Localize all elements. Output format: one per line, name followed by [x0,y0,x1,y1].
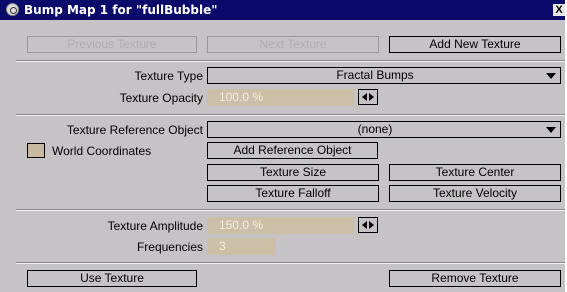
texture-size-button[interactable]: Texture Size [207,164,379,181]
separator [16,209,565,211]
bump-map-window: Bump Map 1 for "fullBubble" X Previous T… [0,0,565,292]
chevron-down-icon [546,127,556,133]
arrow-right-icon [369,221,374,229]
texture-opacity-field[interactable]: 100.0 % [207,89,354,106]
add-reference-object-button[interactable]: Add Reference Object [207,142,378,159]
next-texture-button[interactable]: Next Texture [207,36,379,53]
frequencies-label: Frequencies [136,240,203,254]
add-new-texture-button[interactable]: Add New Texture [389,36,561,53]
arrow-left-icon [362,93,367,101]
arrow-left-icon [362,221,367,229]
world-coordinates-checkbox[interactable] [27,143,45,158]
texture-velocity-button[interactable]: Texture Velocity [389,185,561,202]
separator [16,262,565,264]
texture-type-value: Fractal Bumps [336,68,414,82]
bubble-icon [6,3,19,16]
texture-type-label: Texture Type [134,69,203,83]
reference-object-dropdown[interactable]: (none) [207,121,561,138]
previous-texture-button[interactable]: Previous Texture [27,36,197,53]
texture-amplitude-label: Texture Amplitude [107,219,203,233]
arrow-right-icon [369,93,374,101]
texture-amplitude-field[interactable]: 150.0 % [207,217,354,234]
texture-type-dropdown[interactable]: Fractal Bumps [207,67,561,84]
world-coordinates-label: World Coordinates [52,144,152,158]
frequencies-field[interactable]: 3 [207,238,276,255]
texture-center-button[interactable]: Texture Center [389,164,561,181]
separator [16,60,565,62]
texture-falloff-button[interactable]: Texture Falloff [207,185,379,202]
close-icon[interactable]: X [553,4,565,16]
remove-texture-button[interactable]: Remove Texture [389,270,561,287]
texture-opacity-label: Texture Opacity [119,91,203,105]
use-texture-button[interactable]: Use Texture [27,270,197,287]
title-bar[interactable]: Bump Map 1 for "fullBubble" X [0,0,565,20]
separator [16,114,565,116]
opacity-stepper[interactable] [358,89,378,105]
window-title: Bump Map 1 for "fullBubble" [24,3,218,17]
chevron-down-icon [546,73,556,79]
texture-reference-object-label: Texture Reference Object [66,123,203,137]
reference-object-value: (none) [357,122,393,136]
amplitude-stepper[interactable] [358,217,378,233]
